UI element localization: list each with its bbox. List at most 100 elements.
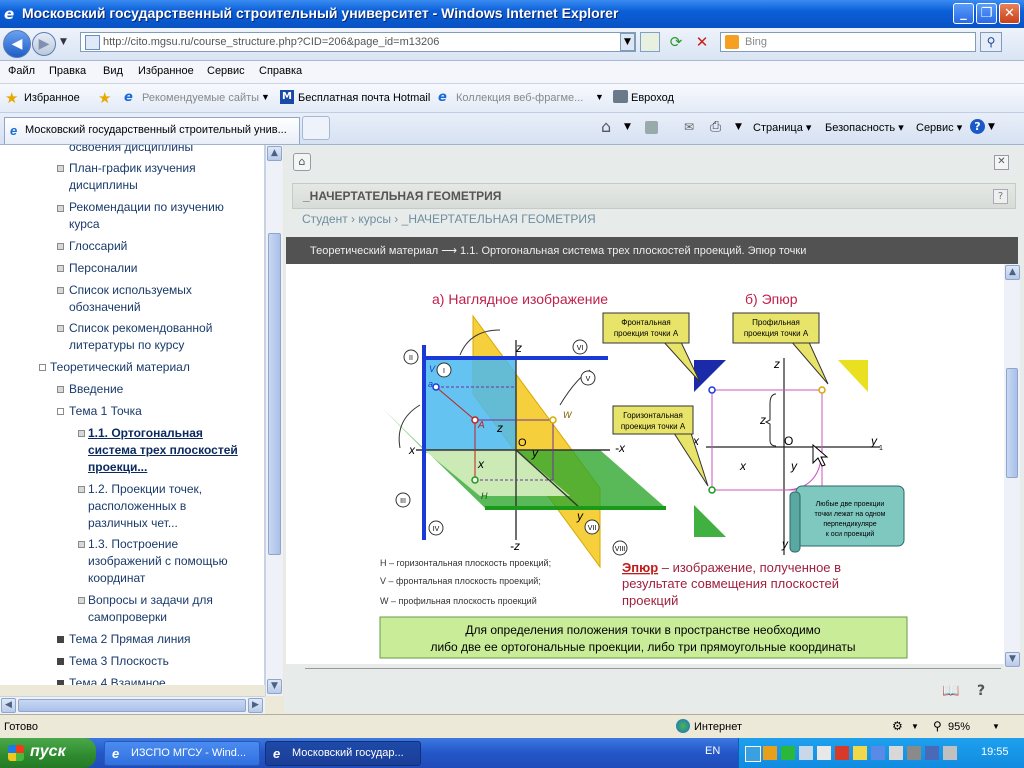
tray-icon[interactable] [853, 746, 867, 760]
close-button[interactable]: ✕ [999, 3, 1020, 24]
tree-collapse-icon[interactable] [57, 408, 64, 415]
new-tab-button[interactable] [302, 116, 330, 140]
menu-tools[interactable]: Сервис [207, 65, 245, 77]
fav-dropdown-icon[interactable]: ▼ [595, 92, 604, 102]
help-icon[interactable]: ? [977, 683, 985, 699]
breadcrumb-course[interactable]: _НАЧЕРТАТЕЛЬНАЯ ГЕОМЕТРИЯ [402, 212, 596, 226]
minimize-button[interactable]: _ [953, 3, 974, 24]
tree-item[interactable]: План-график изучения дисциплины [69, 160, 239, 194]
help-icon[interactable]: ? [970, 119, 985, 134]
tray-icon[interactable] [799, 746, 813, 760]
tree-item-topic1[interactable]: Тема 1 Точка [69, 403, 142, 420]
book-icon[interactable]: 📖 [942, 683, 959, 699]
tray-icon[interactable] [763, 746, 777, 760]
forward-button[interactable]: ▶ [32, 32, 56, 56]
window-title-bar[interactable]: e Московский государственный строительны… [0, 0, 1024, 28]
search-input[interactable]: Bing [720, 32, 976, 52]
breadcrumb-courses[interactable]: курсы [358, 212, 391, 226]
address-input[interactable]: http://cito.mgsu.ru/course_structure.php… [80, 32, 636, 52]
print-dropdown-icon[interactable]: ▼ [735, 122, 742, 132]
tree-item[interactable]: Вопросы и задачи для самопроверки [88, 592, 238, 626]
tree-item[interactable]: Глоссарий [69, 238, 127, 255]
favorites-button[interactable]: Избранное [24, 92, 80, 104]
home-icon[interactable]: ⌂ [293, 153, 311, 171]
feeds-icon[interactable] [645, 121, 658, 134]
tray-icon[interactable] [889, 746, 903, 760]
tree-item[interactable]: 1.2. Проекции точек, расположенных в раз… [88, 481, 228, 532]
tree-expand-icon[interactable] [57, 658, 64, 665]
add-favorite-icon[interactable]: ★ [98, 89, 111, 107]
breadcrumb-student[interactable]: Студент [302, 212, 348, 226]
menu-view[interactable]: Вид [103, 65, 123, 77]
close-panel-icon[interactable]: ✕ [994, 155, 1009, 170]
tree-item[interactable]: Тема 3 Плоскость [69, 653, 169, 670]
sidebar-horizontal-scrollbar[interactable]: ◀ ▶ [0, 696, 265, 714]
print-icon[interactable]: ⎙ [710, 119, 721, 135]
menu-edit[interactable]: Правка [49, 65, 86, 77]
home-dropdown-icon[interactable]: ▼ [624, 122, 631, 132]
start-button[interactable]: пуск [0, 738, 96, 768]
tree-expand-icon[interactable] [57, 680, 64, 685]
tree-item[interactable]: Введение [69, 381, 123, 398]
tree-item[interactable]: Тема 4 Взаимное [69, 675, 166, 685]
zoom-level[interactable]: 95% [948, 721, 970, 733]
tray-icon[interactable] [925, 746, 939, 760]
tray-icon[interactable] [907, 746, 921, 760]
tray-icon[interactable] [835, 746, 849, 760]
volume-icon[interactable] [943, 746, 957, 760]
page-menu[interactable]: Страница ▾ [753, 121, 811, 134]
refresh-icon[interactable]: ⟳ [666, 32, 686, 52]
tree-item[interactable]: освоения дисциплины [69, 145, 193, 156]
taskbar-item-izspo[interactable]: e ИЗСПО МГСУ - Wind... [104, 741, 260, 766]
clock[interactable]: 19:55 [981, 746, 1009, 758]
home-icon[interactable]: ⌂ [601, 117, 611, 136]
tree-item[interactable]: 1.3. Построение изображений с помощью ко… [88, 536, 243, 587]
help-dropdown-icon[interactable]: ▼ [988, 122, 995, 132]
fav-evrohod[interactable]: Евроход [631, 92, 674, 104]
language-indicator[interactable]: EN [705, 745, 720, 757]
browser-tab[interactable]: e Московский государственный строительны… [4, 117, 300, 144]
tray-icon[interactable] [871, 746, 885, 760]
tree-item[interactable]: Рекомендации по изучению курса [69, 199, 249, 233]
zoom-dropdown-icon[interactable]: ▼ [992, 722, 1000, 731]
fav-suggested-sites[interactable]: Рекомендуемые сайты [142, 92, 259, 104]
scroll-left-icon[interactable]: ◀ [1, 698, 16, 713]
protected-mode-icon[interactable]: ⚙ [892, 719, 903, 733]
history-dropdown-icon[interactable]: ▼ [60, 37, 67, 47]
help-icon[interactable]: ? [993, 189, 1008, 204]
zoom-icon[interactable]: ⚲ [933, 719, 942, 733]
scroll-thumb[interactable] [18, 699, 246, 712]
taskbar-item-mgsu-active[interactable]: e Московский государ... [265, 741, 421, 766]
scroll-thumb[interactable] [1006, 368, 1018, 478]
scroll-down-icon[interactable]: ▼ [267, 679, 282, 694]
search-button-icon[interactable]: ⚲ [980, 32, 1002, 52]
tray-icon[interactable] [745, 746, 761, 762]
tree-item-current[interactable]: 1.1. Ортогональная система трех плоскост… [88, 425, 238, 476]
maximize-button[interactable]: ❐ [976, 3, 997, 24]
scroll-thumb[interactable] [268, 233, 281, 555]
menu-help[interactable]: Справка [259, 65, 302, 77]
tree-expand-icon[interactable] [57, 636, 64, 643]
tree-collapse-icon[interactable] [39, 364, 46, 371]
fav-webslice-gallery[interactable]: Коллекция веб-фрагме... [456, 92, 583, 104]
protected-mode-dropdown-icon[interactable]: ▼ [911, 722, 919, 731]
tree-item[interactable]: Персоналии [69, 260, 138, 277]
sidebar-vertical-scrollbar[interactable]: ▲ ▼ [265, 145, 283, 696]
stop-icon[interactable]: ✕ [692, 32, 712, 52]
compatibility-view-icon[interactable] [640, 32, 660, 52]
scroll-up-icon[interactable]: ▲ [267, 146, 282, 161]
content-vertical-scrollbar[interactable]: ▲ ▼ [1004, 264, 1020, 668]
menu-favorites[interactable]: Избранное [138, 65, 194, 77]
tools-menu[interactable]: Сервис ▾ [916, 121, 962, 134]
tree-item[interactable]: Список используемых обозначений [69, 282, 219, 316]
fav-hotmail[interactable]: Бесплатная почта Hotmail [298, 92, 430, 104]
back-button[interactable]: ◀ [3, 30, 31, 58]
scroll-down-icon[interactable]: ▼ [1005, 652, 1020, 667]
menu-file[interactable]: Файл [8, 65, 35, 77]
scroll-right-icon[interactable]: ▶ [248, 698, 263, 713]
scroll-up-icon[interactable]: ▲ [1005, 265, 1020, 280]
safety-menu[interactable]: Безопасность ▾ [825, 121, 904, 134]
tray-icon[interactable] [817, 746, 831, 760]
address-dropdown-icon[interactable]: ▼ [620, 33, 635, 51]
fav-dropdown-icon[interactable]: ▼ [261, 92, 270, 102]
